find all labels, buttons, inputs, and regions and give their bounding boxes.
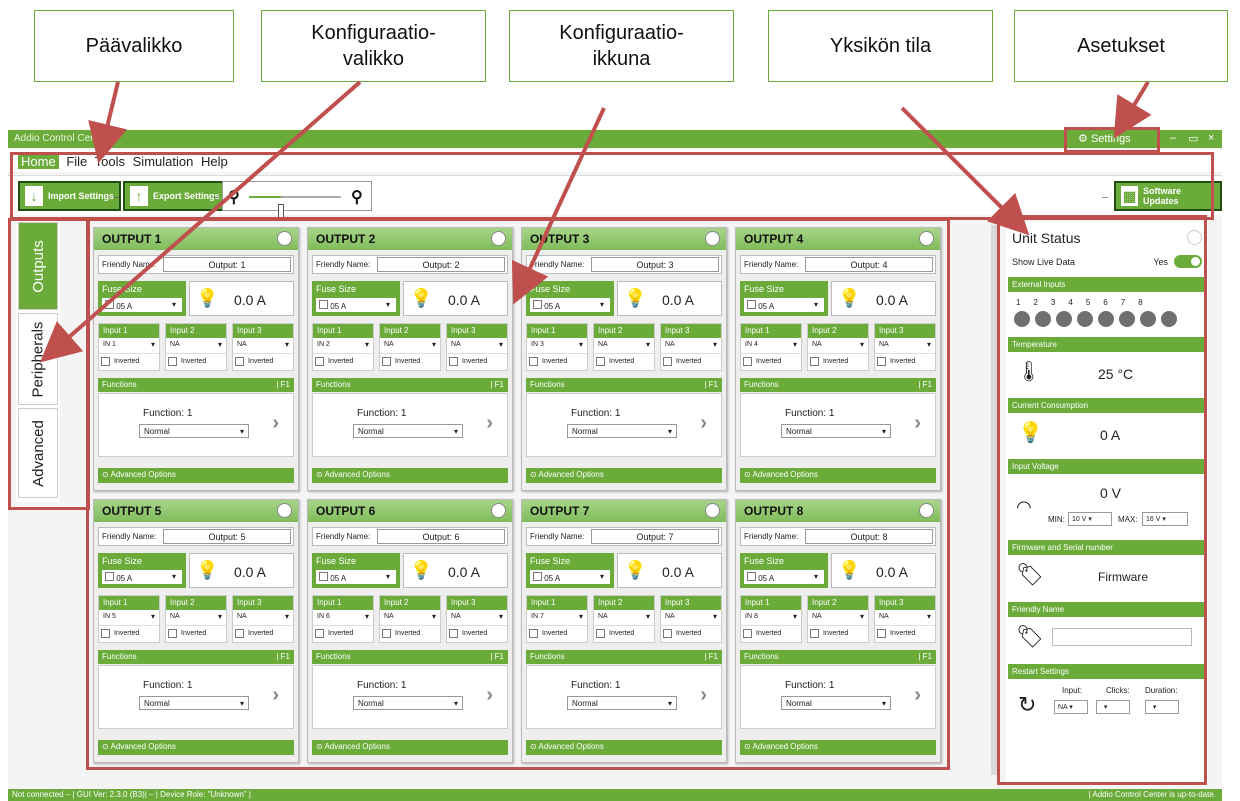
annotation-arrows xyxy=(39,80,1152,363)
arrow-config-menu xyxy=(39,80,362,363)
arrow-settings xyxy=(1113,80,1152,139)
arrow-main-menu xyxy=(88,81,128,164)
arrow-config-window xyxy=(511,107,606,305)
arrow-unit-status xyxy=(900,106,1030,236)
